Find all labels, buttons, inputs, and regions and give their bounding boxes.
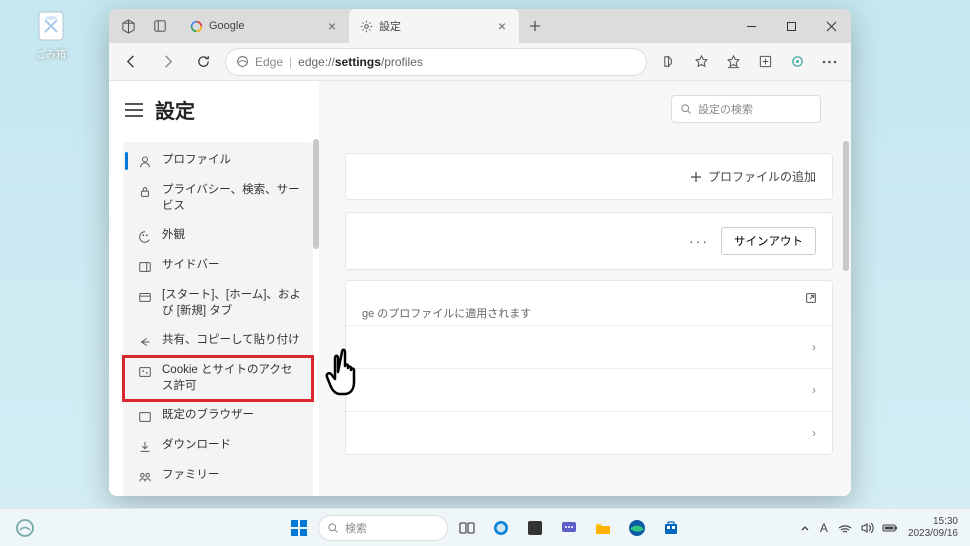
profile-header-card: プロファイルの追加 — [345, 153, 833, 200]
gear-icon — [359, 19, 373, 33]
minimize-button[interactable] — [731, 9, 771, 43]
new-tab-button[interactable] — [523, 14, 547, 38]
family-icon — [137, 469, 152, 484]
menu-button[interactable] — [815, 48, 843, 76]
recycle-bin-label: ごみ箱 — [26, 46, 76, 61]
sidebar-icon — [137, 259, 152, 274]
profile-card: ··· サインアウト — [345, 212, 833, 270]
sidebar-item-default-browser[interactable]: 既定のブラウザー — [123, 401, 313, 431]
person-icon — [137, 154, 152, 169]
main-scrollbar[interactable] — [843, 141, 849, 271]
sidebar-item-sidebar[interactable]: サイドバー — [123, 251, 313, 281]
taskbar-search-input[interactable]: 検索 — [318, 515, 448, 541]
sidebar-item-profile[interactable]: プロファイル — [123, 146, 313, 176]
maximize-button[interactable] — [771, 9, 811, 43]
tab-settings[interactable]: 設定 × — [349, 9, 519, 43]
desktop-recycle-bin[interactable]: ごみ箱 — [26, 8, 76, 61]
sidebar-item-appearance[interactable]: 外観 — [123, 221, 313, 251]
lock-icon — [137, 184, 152, 199]
list-item[interactable]: › — [346, 411, 832, 454]
chevron-right-icon: › — [812, 426, 816, 440]
sidebar-item-privacy[interactable]: プライバシー、検索、サービス — [123, 176, 313, 221]
search-icon — [680, 103, 692, 115]
taskbar-app-icon[interactable] — [520, 513, 550, 543]
tray-chevron-icon[interactable] — [800, 523, 810, 533]
ime-indicator[interactable]: A — [820, 521, 828, 535]
tab-google[interactable]: Google × — [179, 9, 349, 43]
explorer-icon[interactable] — [588, 513, 618, 543]
sidebar-item-share[interactable]: 共有、コピーして貼り付け — [123, 326, 313, 356]
cookie-icon — [137, 364, 152, 379]
settings-main: 設定の検索 プロファイルの追加 ··· サインアウト — [319, 81, 851, 496]
tab-actions-icon[interactable] — [151, 17, 169, 35]
tab-google-label: Google — [209, 20, 319, 32]
sidebar-item-start[interactable]: [スタート]、[ホーム]、および [新規] タブ — [123, 281, 313, 326]
paint-icon — [137, 229, 152, 244]
close-window-button[interactable] — [811, 9, 851, 43]
address-protocol: Edge — [255, 55, 283, 69]
list-item[interactable]: › — [346, 325, 832, 368]
forward-button[interactable] — [153, 48, 181, 76]
share-icon — [137, 334, 152, 349]
chat-icon[interactable] — [554, 513, 584, 543]
google-favicon-icon — [189, 19, 203, 33]
edge-taskbar-icon[interactable] — [622, 513, 652, 543]
sidebar-item-cookies[interactable]: Cookie とサイトのアクセス許可 — [123, 356, 313, 401]
signout-button[interactable]: サインアウト — [721, 227, 816, 255]
taskbar-clock[interactable]: 15:30 2023/09/16 — [908, 516, 958, 540]
titlebar: Google × 設定 × — [109, 9, 851, 43]
collections-icon[interactable] — [751, 48, 779, 76]
refresh-button[interactable] — [189, 48, 217, 76]
profile-detail-card: ge のプロファイルに適用されます › › › — [345, 280, 833, 455]
chevron-right-icon: › — [812, 383, 816, 397]
favorites-bar-icon[interactable] — [719, 48, 747, 76]
close-icon[interactable]: × — [495, 19, 509, 33]
copilot-icon[interactable] — [486, 513, 516, 543]
profile-note: ge のプロファイルに適用されます — [346, 281, 832, 325]
read-aloud-icon[interactable] — [655, 48, 683, 76]
close-icon[interactable]: × — [325, 19, 339, 33]
sidebar-item-family[interactable]: ファミリー — [123, 461, 313, 491]
tab-settings-label: 設定 — [379, 18, 489, 34]
plus-icon — [690, 171, 702, 183]
volume-icon[interactable] — [860, 522, 874, 534]
battery-icon[interactable] — [882, 523, 898, 533]
extensions-icon[interactable] — [783, 48, 811, 76]
settings-sidebar: 設定 プロファイル プライバシー、検索、サービス 外観 サイドバー [スタート]… — [109, 81, 319, 496]
hamburger-icon[interactable] — [125, 103, 143, 117]
network-icon[interactable] — [838, 522, 852, 534]
favorites-icon[interactable] — [687, 48, 715, 76]
taskbar: 検索 A 15:30 2023/09/16 — [0, 508, 970, 546]
back-button[interactable] — [117, 48, 145, 76]
store-icon[interactable] — [656, 513, 686, 543]
more-actions-button[interactable]: ··· — [689, 233, 709, 249]
browser-window: Google × 設定 × Edge | edge://settings/pro… — [109, 9, 851, 496]
chevron-right-icon: › — [812, 340, 816, 354]
widgets-icon[interactable] — [10, 513, 40, 543]
address-url: edge://settings/profiles — [298, 55, 423, 69]
start-button[interactable] — [284, 513, 314, 543]
address-bar[interactable]: Edge | edge://settings/profiles — [225, 48, 647, 76]
add-profile-button[interactable]: プロファイルの追加 — [690, 168, 816, 185]
settings-title: 設定 — [155, 95, 195, 124]
browser-icon — [137, 409, 152, 424]
download-icon — [137, 439, 152, 454]
sidebar-item-downloads[interactable]: ダウンロード — [123, 431, 313, 461]
toolbar: Edge | edge://settings/profiles — [109, 43, 851, 81]
workspaces-icon[interactable] — [119, 17, 137, 35]
settings-search-input[interactable]: 設定の検索 — [671, 95, 821, 123]
sidebar-item-language[interactable]: Aᵀ言語 — [123, 491, 313, 496]
tab-icon — [137, 289, 152, 304]
search-icon — [327, 522, 339, 534]
recycle-bin-icon — [33, 8, 69, 44]
task-view-icon[interactable] — [452, 513, 482, 543]
list-item[interactable]: › — [346, 368, 832, 411]
edge-icon — [236, 55, 249, 68]
open-external-icon[interactable] — [804, 291, 818, 305]
